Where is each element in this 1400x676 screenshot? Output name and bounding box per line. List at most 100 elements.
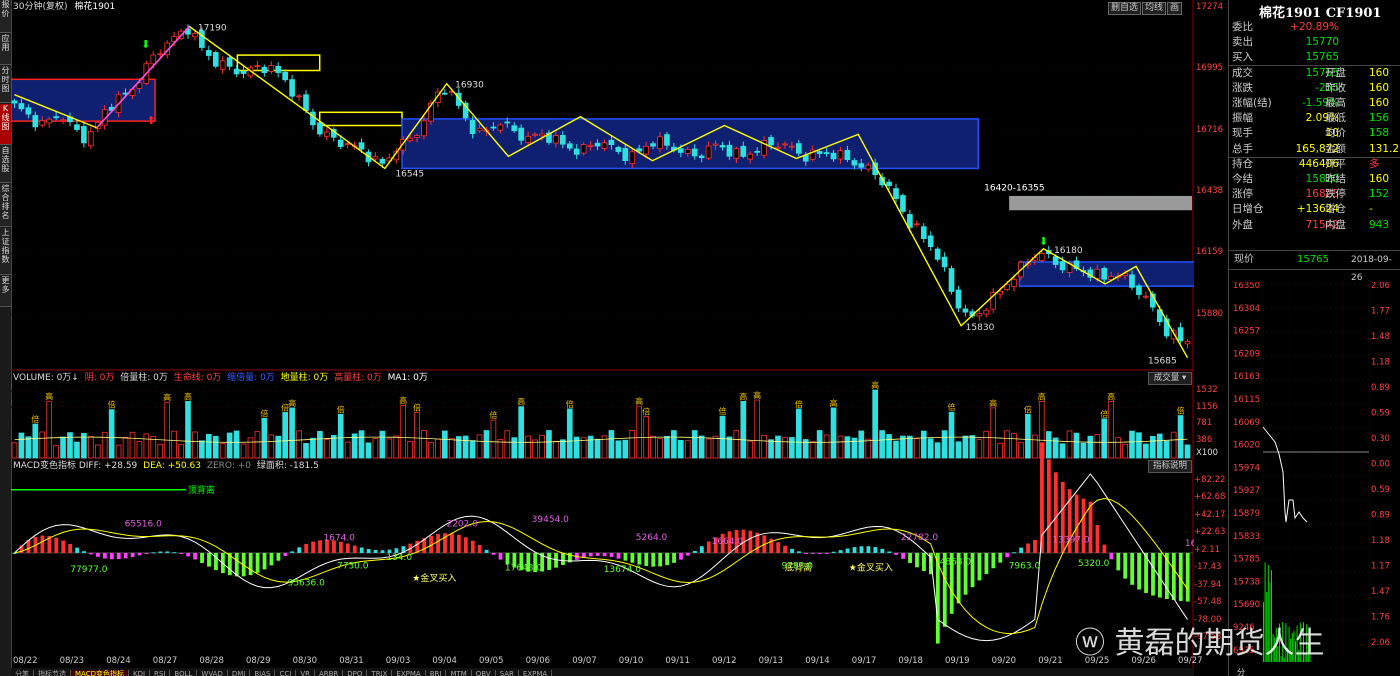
mini-right-tick-6: 0.30 bbox=[1371, 434, 1390, 444]
quote-row-value-2: 160 bbox=[1369, 173, 1390, 185]
date-label-21: 09/20 bbox=[991, 656, 1017, 666]
left-tab-4[interactable]: K线图 bbox=[0, 104, 11, 145]
volume-bar-134 bbox=[941, 430, 948, 459]
indicator-tab-2[interactable]: 指标节选 bbox=[34, 670, 71, 676]
volume-bar-137 bbox=[962, 435, 969, 459]
macd-hist-bar-37 bbox=[269, 552, 274, 566]
intraday-mini-chart[interactable]: 16350 16304 16257 16209 16163 16115 16069 16020… bbox=[1229, 282, 1400, 676]
toolbar-button-1[interactable]: 删自选 bbox=[1108, 2, 1142, 15]
volume-bar-152 bbox=[1066, 430, 1073, 459]
volume-bar-69 bbox=[490, 419, 497, 459]
macd-area-red-8: 13397.0 bbox=[1052, 535, 1089, 545]
left-tab-2[interactable]: 应用 bbox=[0, 34, 11, 65]
quote-row-label-2: 昨结 bbox=[1325, 173, 1346, 185]
indicator-tab-18[interactable]: OBV bbox=[472, 670, 496, 676]
quote-row-label: 卖出 bbox=[1232, 36, 1253, 49]
kline-chart-svg[interactable]: ⬇ ⬆ ⬇ 17190 16930 16545 16420-16355 16180 15830 1… bbox=[11, 0, 1194, 668]
price-axis: 17274 16995 16716 16438 16159 15880 1532 1156 78… bbox=[1194, 0, 1228, 668]
candle-body-123 bbox=[865, 164, 872, 170]
left-tab-7[interactable]: 上证指数 bbox=[0, 228, 11, 275]
volume-legend-item-7: 高量柱: 0万 bbox=[334, 373, 385, 383]
volume-bar-161 bbox=[1129, 430, 1135, 459]
volume-indicator-select[interactable]: 成交量 ▾ bbox=[1148, 372, 1192, 385]
volume-bar-78 bbox=[553, 440, 559, 459]
volume-bar-135 bbox=[948, 411, 955, 459]
candle-body-70 bbox=[497, 124, 504, 131]
price-label-16545: 16545 bbox=[395, 169, 424, 179]
volume-bar-34 bbox=[247, 437, 254, 459]
macd-hist-bar-79 bbox=[561, 552, 565, 566]
left-tab-1[interactable]: 报价 bbox=[0, 0, 11, 33]
indicator-tab-16[interactable]: BRI bbox=[426, 670, 447, 676]
volume-bar-138 bbox=[969, 435, 976, 459]
volume-mark-3: 高 bbox=[163, 392, 171, 402]
volume-bar-26 bbox=[192, 431, 198, 459]
quote-row-value-2: 160 bbox=[1369, 66, 1390, 79]
macd-area-green-4: 134.0 bbox=[386, 553, 412, 563]
indicator-tab-19[interactable]: SAR bbox=[496, 670, 519, 676]
indicator-tab-15[interactable]: EXPMA bbox=[392, 670, 426, 676]
volume-bar-107 bbox=[754, 399, 761, 459]
chart-area[interactable]: ⬇ ⬆ ⬇ 17190 16930 16545 16420-16355 16180 15830 1… bbox=[11, 0, 1194, 668]
toolbar-button-2[interactable]: 均线 bbox=[1142, 2, 1167, 15]
volume-bar-153 bbox=[1073, 432, 1080, 459]
left-tab-5[interactable]: 自选股 bbox=[0, 146, 11, 183]
candle-body-89 bbox=[629, 151, 636, 165]
indicator-tab-7[interactable]: WVAD bbox=[197, 670, 228, 676]
indicator-tab-17[interactable]: MTM bbox=[446, 670, 472, 676]
macd-area-green-9: 7963.0 bbox=[1009, 562, 1041, 572]
macd-hist-bar-44 bbox=[318, 540, 322, 553]
macd-hist-bar-117 bbox=[824, 552, 829, 554]
volume-bar-130 bbox=[913, 438, 920, 459]
indicator-tab-12[interactable]: ARBR bbox=[315, 670, 344, 676]
candle-body-157 bbox=[1101, 268, 1108, 280]
date-label-0: 08/22 bbox=[13, 656, 38, 666]
candle-body-33 bbox=[240, 70, 247, 74]
macd-legend-item-3: ZERO: +0 bbox=[206, 461, 254, 471]
indicator-tab-8[interactable]: DMI bbox=[228, 670, 251, 676]
left-tab-6[interactable]: 综合排名 bbox=[0, 184, 11, 227]
volume-bar-87 bbox=[615, 440, 622, 459]
macd-hist-bar-84 bbox=[595, 552, 600, 556]
volume-bar-89 bbox=[629, 430, 636, 459]
volume-bar-111 bbox=[782, 436, 788, 459]
macd-hist-bar-77 bbox=[547, 552, 552, 570]
toolbar-button-3[interactable]: 画 bbox=[1167, 2, 1183, 15]
candle-body-48 bbox=[344, 143, 351, 146]
candle-body-112 bbox=[789, 145, 795, 148]
indicator-tab-20[interactable]: EXPMA bbox=[519, 670, 553, 676]
indicator-tab-14[interactable]: TRIX bbox=[367, 670, 393, 676]
indicator-tab-5[interactable]: RSI bbox=[150, 670, 171, 676]
indicator-help-button[interactable]: 指标说明 bbox=[1148, 460, 1192, 473]
indicator-tab-10[interactable]: CCI bbox=[275, 670, 297, 676]
indicator-tab-9[interactable]: BIAS bbox=[250, 670, 276, 676]
candle-body-162 bbox=[1136, 285, 1142, 295]
macd-hist-bar-130 bbox=[915, 552, 919, 568]
volume-bar-120 bbox=[844, 436, 851, 459]
macd-hist-bar-147 bbox=[1033, 539, 1037, 553]
volume-bar-131 bbox=[920, 430, 927, 459]
candle-body-50 bbox=[358, 142, 365, 150]
quote-row-label-2: 昨收 bbox=[1325, 81, 1346, 94]
price-label-gap: 16420-16355 bbox=[984, 183, 1045, 193]
indicator-tab-13[interactable]: DPO bbox=[343, 670, 368, 676]
indicator-tab-11[interactable]: VR bbox=[296, 670, 315, 676]
indicator-tab-4[interactable]: KDJ bbox=[129, 670, 151, 676]
macd-area-red-9: 1693.0 bbox=[1185, 539, 1194, 549]
quote-row-value-2: 158 bbox=[1369, 127, 1390, 140]
volume-bar-37 bbox=[268, 434, 275, 459]
candle-body-1 bbox=[18, 103, 25, 110]
macd-hist-bar-64 bbox=[456, 534, 461, 553]
indicator-tab-6[interactable]: BOLL bbox=[170, 670, 198, 676]
indicator-tab-3[interactable]: MACD变色指标 bbox=[71, 670, 129, 676]
candle-body-58 bbox=[414, 135, 420, 138]
macd-hist-bar-112 bbox=[790, 548, 794, 553]
macd-hist-bar-111 bbox=[783, 545, 788, 553]
left-tab-8[interactable]: 更多 bbox=[0, 276, 11, 307]
volume-bar-139 bbox=[976, 438, 983, 459]
volume-bar-76 bbox=[539, 434, 545, 459]
left-tab-3[interactable]: 分时图 bbox=[0, 66, 11, 103]
macd-hist-bar-38 bbox=[276, 552, 281, 561]
indicator-tab-1[interactable]: 分笔 bbox=[11, 670, 34, 676]
volume-mark-19: 倍 bbox=[795, 399, 803, 409]
